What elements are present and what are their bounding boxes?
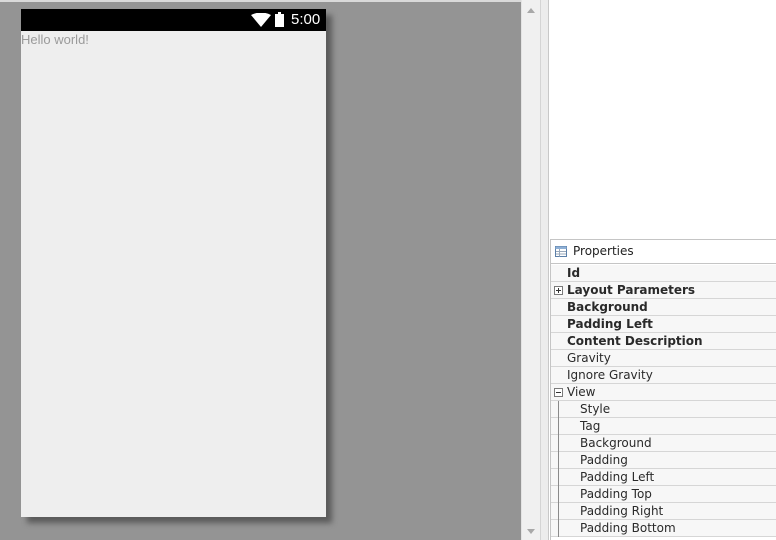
property-row[interactable]: Padding Top <box>551 486 776 503</box>
property-row[interactable]: Content Description <box>551 333 776 350</box>
property-row[interactable]: Ignore Gravity <box>551 367 776 384</box>
property-label: Background <box>567 300 648 314</box>
property-label: View <box>567 385 596 399</box>
outline-panel <box>549 0 776 239</box>
property-label: Content Description <box>567 334 703 348</box>
properties-title: Properties <box>573 244 634 258</box>
layout-editor: 5:00 Hello world! Properties Id Layout Pa… <box>0 0 776 540</box>
tree-guide-line <box>558 469 559 486</box>
property-row[interactable]: Layout Parameters <box>551 282 776 299</box>
hello-world-textview[interactable]: Hello world! <box>21 32 89 47</box>
property-label: Layout Parameters <box>567 283 696 297</box>
tree-guide-line <box>558 486 559 503</box>
design-canvas[interactable]: 5:00 Hello world! <box>0 0 521 540</box>
property-label: Gravity <box>567 351 611 365</box>
property-label: Padding Left <box>567 317 653 331</box>
property-row[interactable]: View <box>551 384 776 401</box>
property-row[interactable]: Background <box>551 299 776 316</box>
property-row[interactable]: Padding Right <box>551 503 776 520</box>
property-label: Tag <box>580 419 601 433</box>
property-row[interactable]: Background <box>551 435 776 452</box>
property-label: Ignore Gravity <box>567 368 653 382</box>
tree-guide-line <box>558 435 559 452</box>
tree-guide-line <box>558 520 559 537</box>
scroll-down-arrow-icon[interactable] <box>527 529 535 534</box>
property-row[interactable]: Tag <box>551 418 776 435</box>
property-label: Padding Bottom <box>580 521 676 535</box>
property-row[interactable]: Padding Left <box>551 469 776 486</box>
property-row[interactable]: Padding Bottom <box>551 520 776 537</box>
device-preview[interactable]: 5:00 Hello world! <box>21 9 326 517</box>
properties-table-icon <box>555 246 567 257</box>
wifi-icon <box>251 13 271 27</box>
scroll-up-arrow-icon[interactable] <box>527 8 535 13</box>
properties-list: Id Layout Parameters Background Padding Lef… <box>551 265 776 537</box>
property-label: Id <box>567 266 581 280</box>
property-label: Padding Right <box>580 504 664 518</box>
canvas-vertical-scrollbar[interactable] <box>521 0 540 540</box>
property-label: Padding <box>580 453 628 467</box>
properties-panel: Properties Id Layout Parameters Background… <box>550 239 776 540</box>
panel-splitter[interactable] <box>540 0 549 540</box>
status-bar: 5:00 <box>21 9 326 31</box>
tree-guide-line <box>558 401 559 418</box>
property-row[interactable]: Gravity <box>551 350 776 367</box>
canvas-top-border <box>0 0 521 2</box>
property-label: Style <box>580 402 611 416</box>
battery-icon <box>275 12 284 27</box>
expand-icon[interactable] <box>554 286 563 295</box>
property-row[interactable]: Id <box>551 265 776 282</box>
tree-guide-line <box>558 503 559 520</box>
status-time: 5:00 <box>291 11 321 28</box>
collapse-icon[interactable] <box>554 388 563 397</box>
property-label: Padding Top <box>580 487 652 501</box>
tree-guide-line <box>558 452 559 469</box>
property-row[interactable]: Padding <box>551 452 776 469</box>
property-row[interactable]: Padding Left <box>551 316 776 333</box>
properties-header: Properties <box>551 240 776 264</box>
property-label: Padding Left <box>580 470 655 484</box>
property-row[interactable]: Style <box>551 401 776 418</box>
tree-guide-line <box>558 418 559 435</box>
property-label: Background <box>580 436 652 450</box>
